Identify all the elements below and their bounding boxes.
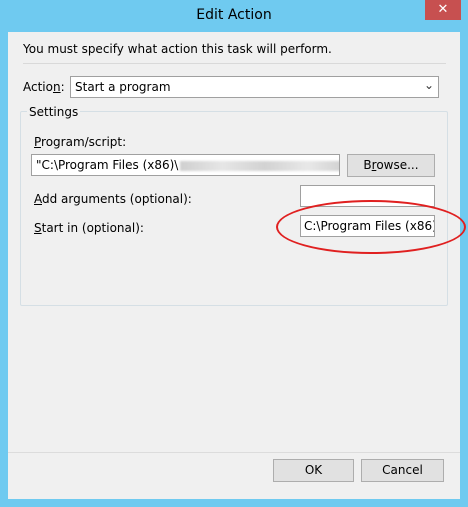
browse-button[interactable]: Browse... bbox=[347, 154, 435, 177]
action-dropdown[interactable]: Start a program ⌄ bbox=[70, 76, 439, 98]
add-arguments-label: Add arguments (optional): bbox=[34, 192, 192, 206]
chevron-down-icon: ⌄ bbox=[423, 78, 434, 92]
program-script-input[interactable]: "C:\Program Files (x86)\ bbox=[31, 154, 340, 176]
edit-action-dialog: Edit Action ✕ You must specify what acti… bbox=[0, 0, 468, 507]
dialog-body: You must specify what action this task w… bbox=[8, 32, 466, 499]
close-icon: ✕ bbox=[437, 2, 449, 17]
ok-button[interactable]: OK bbox=[273, 459, 354, 482]
program-script-label: Program/script: bbox=[34, 135, 127, 149]
action-label: Action: bbox=[23, 80, 65, 94]
action-selected-value: Start a program bbox=[75, 80, 171, 94]
cancel-button[interactable]: Cancel bbox=[361, 459, 444, 482]
separator bbox=[8, 452, 460, 453]
start-in-label: Start in (optional): bbox=[34, 221, 144, 235]
title-bar[interactable]: Edit Action ✕ bbox=[0, 0, 468, 32]
separator bbox=[23, 63, 446, 64]
instruction-text: You must specify what action this task w… bbox=[23, 42, 332, 56]
settings-legend: Settings bbox=[27, 105, 81, 119]
close-button[interactable]: ✕ bbox=[425, 0, 461, 20]
window-title: Edit Action bbox=[196, 7, 272, 23]
redacted-path bbox=[180, 160, 339, 171]
red-annotation-ellipse bbox=[276, 200, 466, 254]
program-script-value: "C:\Program Files (x86)\ bbox=[36, 158, 179, 172]
